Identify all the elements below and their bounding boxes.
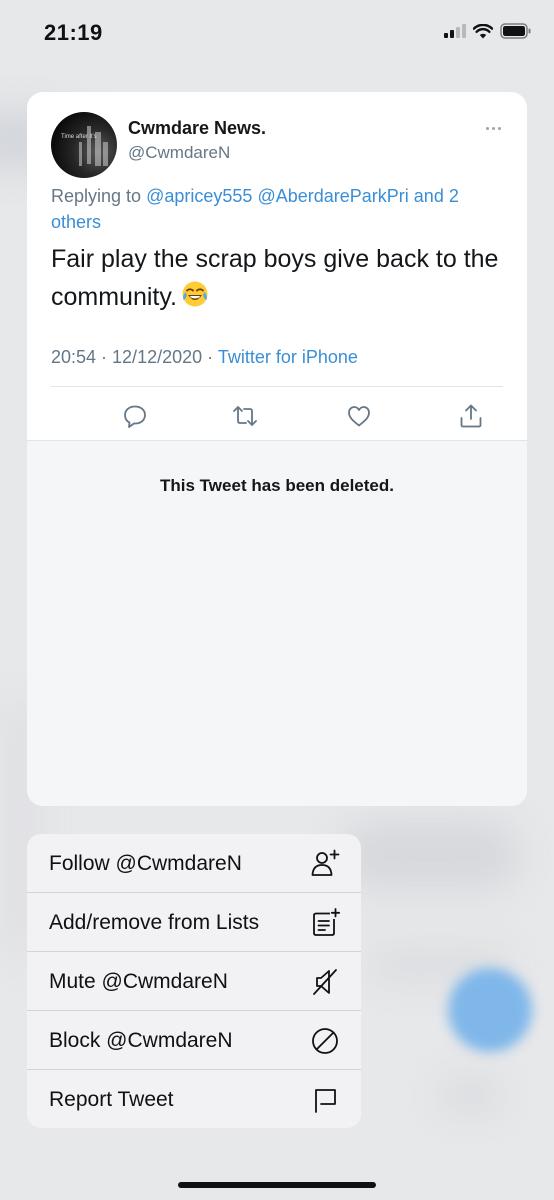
status-icons bbox=[444, 23, 532, 39]
tweet-text: Fair play the scrap boys give back to th… bbox=[51, 240, 511, 316]
list-add-icon bbox=[313, 908, 341, 936]
context-menu: Follow @CwmdareN Add/remove from Lists M… bbox=[27, 834, 361, 1128]
more-options-icon[interactable] bbox=[481, 118, 505, 138]
face-with-tears-of-joy-icon bbox=[182, 281, 208, 307]
mention-link[interactable]: @AberdareParkPri bbox=[257, 186, 408, 206]
home-indicator[interactable] bbox=[178, 1182, 376, 1188]
tweet-body: Fair play the scrap boys give back to th… bbox=[51, 245, 499, 311]
share-icon[interactable] bbox=[457, 402, 485, 430]
menu-item-block[interactable]: Block @CwmdareN bbox=[27, 1011, 361, 1070]
menu-item-label: Mute @CwmdareN bbox=[49, 970, 228, 993]
deleted-notice: This Tweet has been deleted. bbox=[160, 476, 394, 495]
tweet-timestamp: 20:54 · 12/12/2020 · bbox=[51, 347, 214, 367]
menu-item-follow[interactable]: Follow @CwmdareN bbox=[27, 834, 361, 893]
menu-item-label: Report Tweet bbox=[49, 1088, 174, 1111]
divider bbox=[51, 386, 503, 387]
menu-item-label: Add/remove from Lists bbox=[49, 911, 260, 934]
avatar[interactable]: Time after it's bbox=[51, 112, 117, 178]
retweet-icon[interactable] bbox=[231, 402, 259, 430]
menu-item-label: Block @CwmdareN bbox=[49, 1029, 233, 1052]
menu-item-label: Follow @CwmdareN bbox=[49, 852, 242, 875]
avatar-text: Time after it's bbox=[61, 134, 97, 140]
status-bar: 21:19 bbox=[0, 0, 554, 70]
tweet-meta: 20:54 · 12/12/2020 · Twitter for iPhone bbox=[51, 347, 358, 368]
report-flag-icon bbox=[315, 1089, 336, 1113]
mute-speaker-icon bbox=[313, 969, 337, 995]
tweet-actions bbox=[51, 396, 503, 436]
reply-icon[interactable] bbox=[121, 402, 149, 430]
blurred-shape bbox=[340, 820, 520, 890]
blurred-shape bbox=[440, 1080, 500, 1110]
deleted-tweet-area: This Tweet has been deleted. bbox=[27, 440, 527, 806]
menu-item-lists[interactable]: Add/remove from Lists bbox=[27, 893, 361, 952]
replying-to: Replying to @apricey555 @AberdareParkPri… bbox=[51, 183, 511, 235]
follow-person-icon bbox=[311, 849, 340, 876]
blurred-compose-button bbox=[448, 968, 532, 1052]
mention-link[interactable]: @apricey555 bbox=[146, 186, 252, 206]
replying-to-label: Replying to bbox=[51, 186, 142, 206]
tweet-source-link[interactable]: Twitter for iPhone bbox=[218, 347, 358, 367]
like-icon[interactable] bbox=[345, 402, 373, 430]
author-name[interactable]: Cwmdare News. bbox=[128, 118, 266, 139]
battery-icon bbox=[500, 23, 531, 39]
status-time: 21:19 bbox=[44, 20, 103, 45]
author-handle[interactable]: @CwmdareN bbox=[128, 143, 230, 163]
menu-item-mute[interactable]: Mute @CwmdareN bbox=[27, 952, 361, 1011]
tweet-card: Time after it's Cwmdare News. @CwmdareN … bbox=[27, 92, 527, 806]
cellular-signal-icon bbox=[444, 24, 466, 38]
block-icon bbox=[312, 1028, 338, 1054]
menu-item-report[interactable]: Report Tweet bbox=[27, 1070, 361, 1128]
wifi-icon bbox=[473, 23, 493, 38]
